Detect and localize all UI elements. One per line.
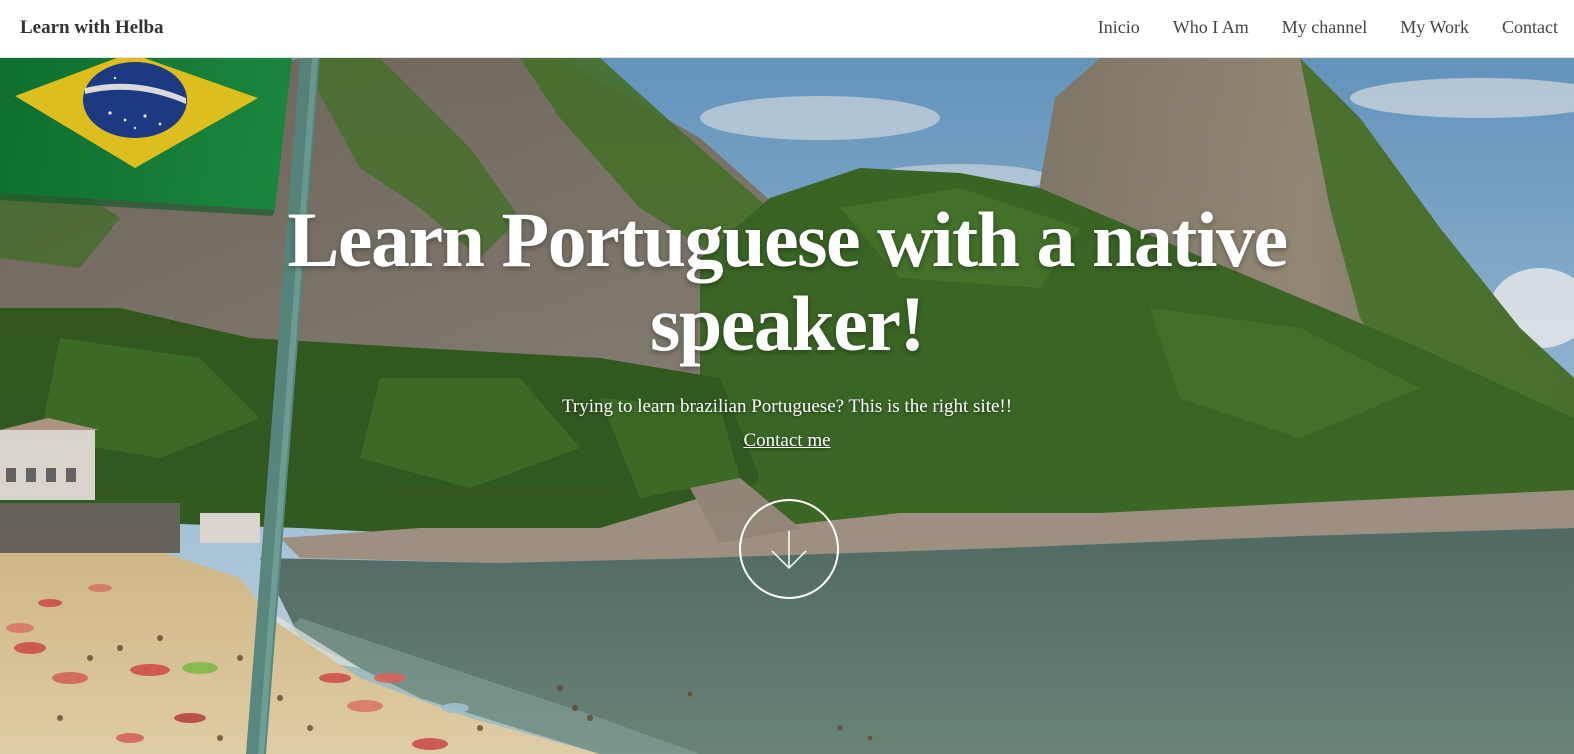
- scroll-down-button[interactable]: [739, 499, 839, 599]
- nav-item-my-work[interactable]: My Work: [1400, 17, 1469, 38]
- nav-item-my-channel[interactable]: My channel: [1282, 17, 1367, 38]
- hero-content: Learn Portuguese with a native speaker! …: [0, 58, 1574, 754]
- nav-menu: Inicio Who I Am My channel My Work Conta…: [1098, 17, 1558, 38]
- hero-subtitle: Trying to learn brazilian Portuguese? Th…: [561, 396, 1013, 417]
- contact-me-link[interactable]: Contact me: [687, 430, 887, 452]
- brand-logo[interactable]: Learn with Helba: [20, 17, 164, 39]
- arrow-down-icon: [771, 531, 807, 570]
- hero-title: Learn Portuguese with a native speaker!: [287, 196, 1288, 367]
- nav-item-contact[interactable]: Contact: [1502, 17, 1558, 38]
- nav-item-who-i-am[interactable]: Who I Am: [1173, 17, 1249, 38]
- hero-section: Learn Portuguese with a native speaker! …: [0, 58, 1574, 754]
- nav-item-inicio[interactable]: Inicio: [1098, 17, 1140, 38]
- navbar: Learn with Helba Inicio Who I Am My chan…: [0, 0, 1574, 58]
